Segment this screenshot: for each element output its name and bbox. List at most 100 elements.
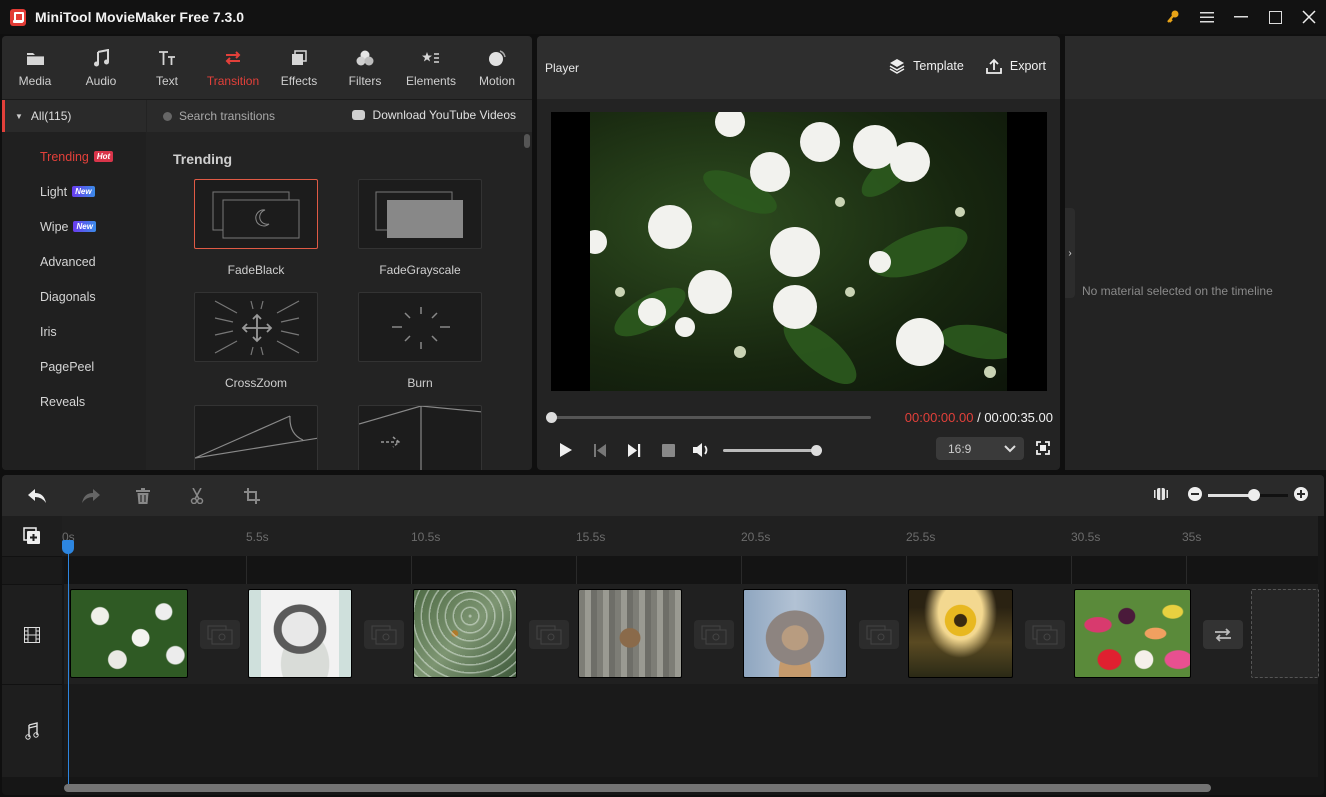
collapse-panel-button[interactable]: › [1065,208,1075,298]
transition-slot[interactable] [364,620,404,649]
redo-button[interactable] [82,488,136,503]
video-preview[interactable] [551,112,1047,391]
crop-icon [244,487,260,504]
video-clip-spider-web[interactable] [413,589,517,678]
download-youtube-button[interactable]: Download YouTube Videos [351,108,516,122]
stop-button[interactable] [651,439,685,461]
template-button[interactable]: Template [889,58,964,74]
crop-button[interactable] [244,487,298,504]
current-time: 00:00:00.00 [904,410,974,425]
total-time: 00:00:35.00 [984,410,1053,425]
transition-slot[interactable] [694,620,734,649]
search-bar[interactable]: Search transitions Download YouTube Vide… [147,100,532,132]
menu-icon[interactable] [1190,0,1224,34]
minimize-icon[interactable] [1224,0,1258,34]
timeline-ruler[interactable]: 0s 5.5s 10.5s 15.5s 20.5s 25.5s 30.5s 35s [62,516,1318,556]
video-clip-white-flowers[interactable] [70,589,188,678]
export-button[interactable]: Export [985,58,1046,74]
empty-clip-slot[interactable] [1251,589,1319,678]
close-icon[interactable] [1292,0,1326,34]
video-clip-shih-tzu-dog[interactable] [248,589,352,678]
tab-transition[interactable]: Transition [200,36,266,99]
library-scrollbar[interactable] [524,134,530,148]
category-pagepeel[interactable]: PagePeel [2,349,146,384]
tab-media[interactable]: Media [2,36,68,99]
filters-icon [356,48,374,68]
transition-slot[interactable] [859,620,899,649]
zoom-in-icon[interactable] [1294,487,1308,504]
transition-placeholder-icon [371,625,397,644]
transition-placeholder-icon [536,625,562,644]
video-clip-bird-feeder[interactable] [578,589,682,678]
motion-icon [488,48,506,68]
chevron-right-icon: › [1068,247,1072,259]
audio-track[interactable] [64,684,1318,777]
text-icon [158,48,176,68]
tab-audio[interactable]: Audio [68,36,134,99]
video-track[interactable] [64,584,1319,684]
undo-button[interactable] [28,488,82,503]
volume-slider[interactable] [723,444,822,456]
category-iris[interactable]: Iris [2,314,146,349]
transition-item[interactable]: FadeBlack [194,179,318,277]
tab-effects[interactable]: Effects [266,36,332,99]
transition-item[interactable]: FadeGrayscale [358,179,482,277]
tab-text[interactable]: Text [134,36,200,99]
add-track-button[interactable] [2,516,62,556]
video-clip-sunflower[interactable] [908,589,1013,678]
previous-frame-button[interactable] [583,439,617,461]
playhead-handle[interactable] [62,540,74,554]
key-icon[interactable] [1156,0,1190,34]
seek-handle[interactable] [546,412,557,423]
elements-icon [422,48,440,68]
search-icon [163,111,172,121]
tab-filters[interactable]: Filters [332,36,398,99]
category-list: ▼ All(115) Trending Hot Light New Wipe N… [2,100,146,470]
timecode: 00:00:00.00 / 00:00:35.00 [904,410,1053,425]
transition-item[interactable]: Burn [358,292,482,390]
volume-button[interactable] [685,439,719,461]
video-clip-squirrel[interactable] [743,589,847,678]
redo-icon [82,488,100,503]
transition-slot[interactable] [529,620,569,649]
seek-bar[interactable] [546,412,871,423]
category-light[interactable]: Light New [2,174,146,209]
category-diagonals[interactable]: Diagonals [2,279,146,314]
category-wipe[interactable]: Wipe New [2,209,146,244]
transition-item[interactable]: CrossZoom [194,292,318,390]
transition-placeholder-icon [207,625,233,644]
play-button[interactable] [549,439,583,461]
ruler-gridline [906,556,907,584]
delete-button[interactable] [136,487,190,504]
volume-handle[interactable] [811,444,822,456]
transition-slot[interactable] [1025,620,1065,649]
maximize-icon[interactable] [1258,0,1292,34]
pagepeel-thumbnail [194,405,318,470]
main-tabs: Media Audio Text Transition Effects Filt… [2,36,532,100]
transition-item[interactable] [358,405,482,470]
timeline-scrollbar[interactable] [64,784,1211,792]
search-input[interactable]: Search transitions [179,109,275,123]
overlay-lane [64,556,1318,584]
fullscreen-button[interactable] [1036,441,1050,458]
zoom-handle[interactable] [1248,489,1261,501]
add-transition-slot[interactable] [1203,620,1243,649]
next-frame-button[interactable] [617,439,651,461]
category-advanced[interactable]: Advanced [2,244,146,279]
zoom-out-icon[interactable] [1188,487,1202,504]
playhead[interactable] [68,540,69,785]
transition-slot[interactable] [200,620,240,649]
category-reveals[interactable]: Reveals [2,384,146,419]
aspect-ratio-select[interactable]: 16:9 [936,437,1024,460]
fit-timeline-icon[interactable] [1154,487,1168,504]
video-clip-tulips[interactable] [1074,589,1191,678]
transition-library: Search transitions Download YouTube Vide… [147,100,532,470]
transition-item[interactable] [194,405,318,470]
timeline-zoom-slider[interactable] [1208,489,1288,501]
split-button[interactable] [190,487,244,504]
category-all[interactable]: ▼ All(115) [2,100,146,132]
tab-motion[interactable]: Motion [464,36,530,99]
player-title: Player [545,60,580,75]
category-trending[interactable]: Trending Hot [2,139,146,174]
tab-elements[interactable]: Elements [398,36,464,99]
